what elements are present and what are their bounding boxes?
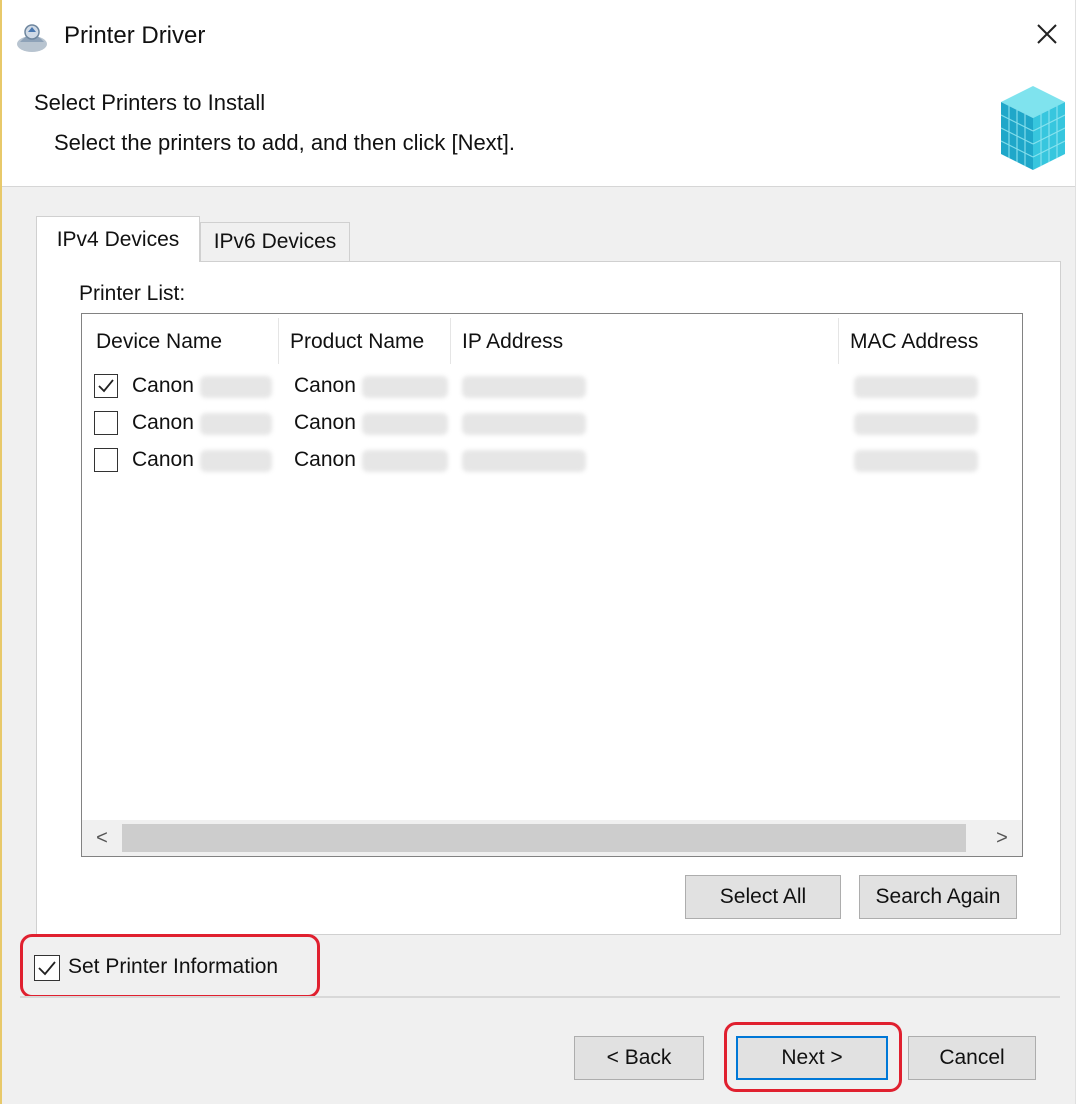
column-header-device-name[interactable]: Device Name (96, 314, 276, 370)
column-header-mac-address[interactable]: MAC Address (850, 314, 1020, 370)
window-title: Printer Driver (64, 22, 206, 49)
tab-ipv4-devices[interactable]: IPv4 Devices (36, 216, 200, 262)
scroll-right-button[interactable]: > (982, 820, 1022, 856)
cancel-button[interactable]: Cancel (908, 1036, 1036, 1080)
close-button[interactable] (1023, 10, 1071, 58)
product-name: Canon (294, 448, 356, 471)
cubes-icon (1000, 86, 1066, 170)
scroll-thumb[interactable] (122, 824, 966, 852)
checkmark-icon (38, 961, 56, 976)
set-printer-information-label[interactable]: Set Printer Information (68, 955, 278, 979)
table-row[interactable]: Canon Canon (82, 370, 1022, 407)
wizard-header: Select Printers to Install Select the pr… (2, 72, 1075, 187)
back-button[interactable]: < Back (574, 1036, 704, 1080)
horizontal-scrollbar[interactable]: < > (82, 820, 1022, 856)
set-printer-information-checkbox[interactable] (34, 955, 60, 981)
redacted-mac-address (854, 450, 978, 472)
column-header-product-name[interactable]: Product Name (290, 314, 450, 370)
column-separator[interactable] (278, 318, 279, 364)
redacted-ip-address (462, 376, 586, 398)
device-name: Canon (132, 411, 194, 434)
redacted-device-name (200, 376, 272, 398)
row-checkbox[interactable] (94, 374, 118, 398)
printer-list[interactable]: Device Name Product Name IP Address MAC … (81, 313, 1023, 857)
column-separator[interactable] (838, 318, 839, 364)
redacted-device-name (200, 450, 272, 472)
redacted-mac-address (854, 376, 978, 398)
redacted-ip-address (462, 450, 586, 472)
table-row[interactable]: Canon Canon (82, 407, 1022, 444)
divider (20, 996, 1060, 998)
select-all-button[interactable]: Select All (685, 875, 841, 919)
printer-driver-window: Printer Driver Select Printers to Instal… (0, 0, 1076, 1104)
redacted-product-name (362, 450, 448, 472)
tab-panel: Printer List: Device Name Product Name I… (36, 261, 1061, 935)
device-name: Canon (132, 448, 194, 471)
row-checkbox[interactable] (94, 448, 118, 472)
close-icon (1037, 24, 1057, 44)
redacted-product-name (362, 413, 448, 435)
printer-driver-icon (17, 24, 47, 52)
title-bar: Printer Driver (2, 0, 1075, 72)
row-checkbox[interactable] (94, 411, 118, 435)
column-separator[interactable] (450, 318, 451, 364)
header-title: Select Printers to Install (34, 90, 266, 115)
table-row[interactable]: Canon Canon (82, 444, 1022, 481)
redacted-ip-address (462, 413, 586, 435)
checkmark-icon (98, 379, 114, 393)
printer-list-label: Printer List: (79, 282, 186, 305)
scroll-left-button[interactable]: < (82, 820, 122, 856)
device-name: Canon (132, 374, 194, 397)
product-name: Canon (294, 374, 356, 397)
search-again-button[interactable]: Search Again (859, 875, 1017, 919)
column-header-ip-address[interactable]: IP Address (462, 314, 762, 370)
redacted-product-name (362, 376, 448, 398)
redacted-device-name (200, 413, 272, 435)
redacted-mac-address (854, 413, 978, 435)
tab-ipv6-devices[interactable]: IPv6 Devices (200, 222, 350, 262)
next-button[interactable]: Next > (736, 1036, 888, 1080)
product-name: Canon (294, 411, 356, 434)
header-subtitle: Select the printers to add, and then cli… (54, 130, 516, 155)
